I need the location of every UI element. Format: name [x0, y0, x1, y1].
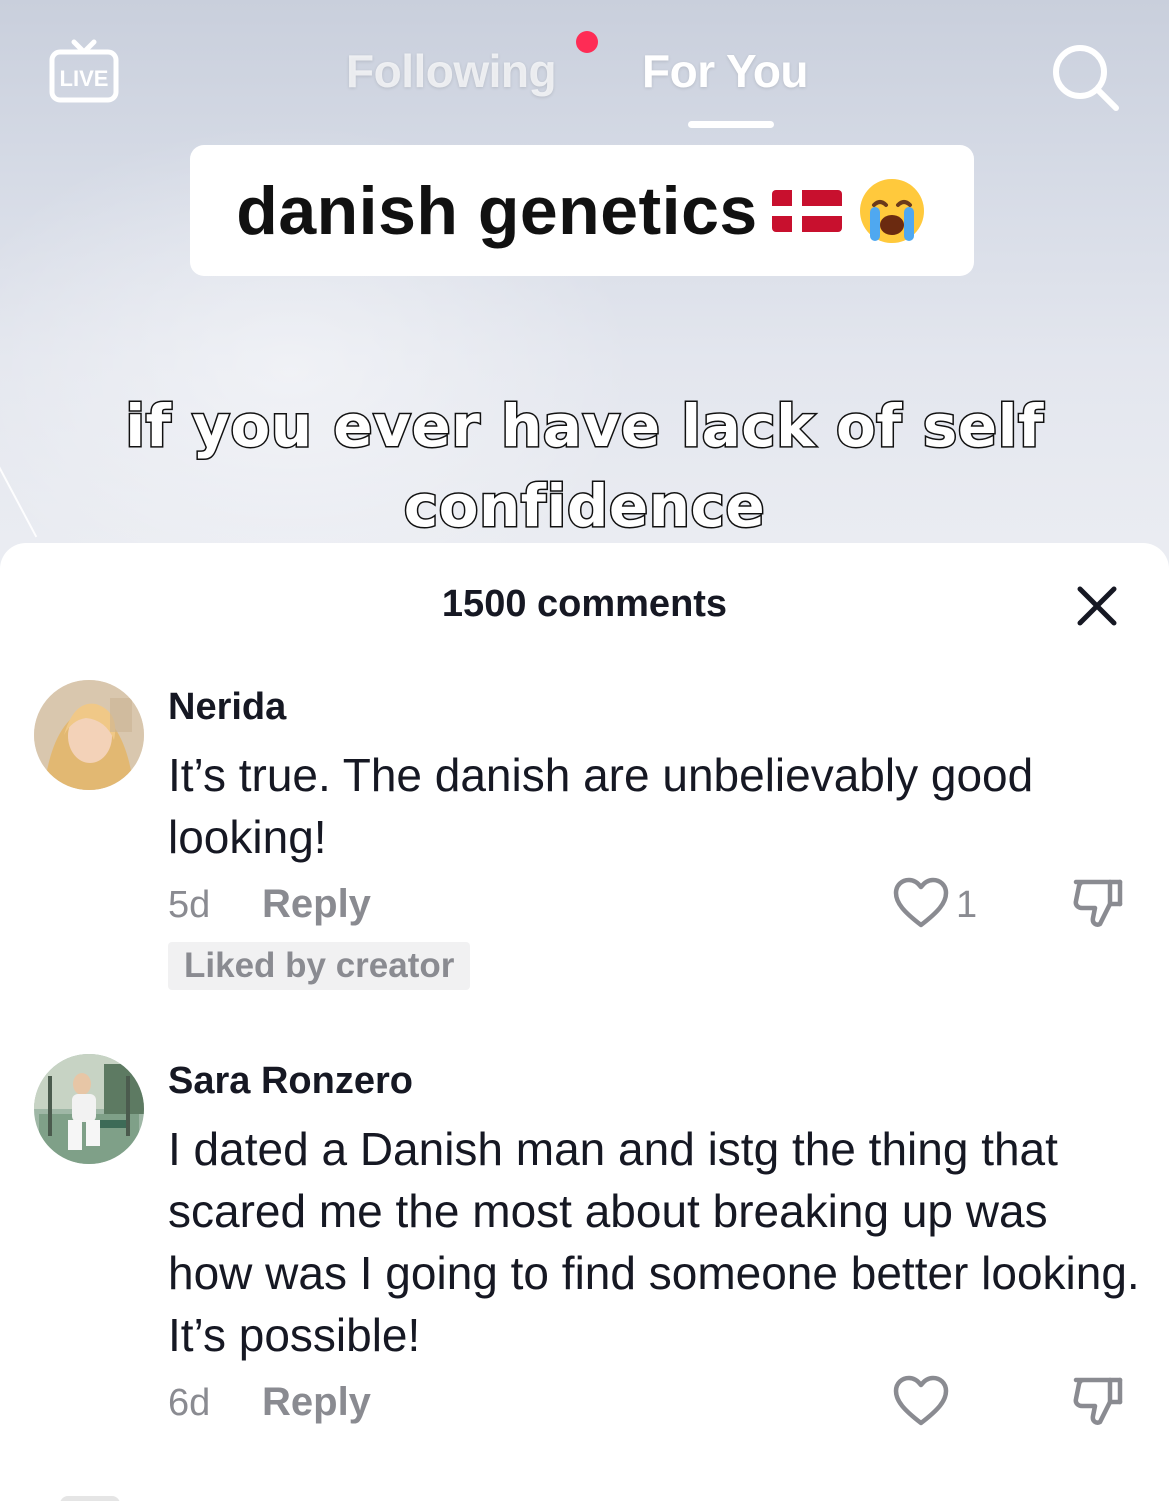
video-title-sticker: danish genetics: [190, 145, 974, 276]
thumbs-down-icon: [1073, 879, 1123, 927]
like-button[interactable]: [892, 1374, 950, 1428]
live-label: LIVE: [60, 66, 109, 91]
video-caption: if you ever have lack of self confidence: [0, 386, 1169, 546]
reply-button[interactable]: Reply: [262, 882, 371, 927]
denmark-flag-icon: [771, 189, 842, 232]
avatar[interactable]: [34, 680, 144, 790]
caption-line-1: if you ever have lack of self: [124, 391, 1045, 462]
dislike-button[interactable]: [1072, 876, 1124, 930]
tab-following[interactable]: Following: [346, 44, 557, 98]
caption-line-2: confidence: [402, 471, 766, 542]
avatar[interactable]: [34, 1054, 144, 1164]
loudly-crying-face-icon: [856, 175, 928, 247]
live-tv-icon: LIVE: [49, 39, 119, 103]
close-comments-button[interactable]: [1074, 583, 1120, 629]
thumbs-down-icon: [1073, 1377, 1123, 1425]
comment-age: 5d: [168, 884, 211, 926]
dislike-button[interactable]: [1072, 1374, 1124, 1428]
liked-by-creator-badge: Liked by creator: [168, 942, 471, 990]
heart-icon: [893, 877, 949, 928]
next-comment-avatar-edge: [60, 1496, 120, 1501]
search-button[interactable]: [1048, 40, 1122, 114]
active-tab-indicator: [688, 121, 774, 128]
following-notification-dot: [576, 31, 598, 53]
comment-username[interactable]: Nerida: [168, 686, 286, 729]
comment-text[interactable]: It’s true. The danish are unbelievably g…: [168, 744, 1143, 868]
video-title: danish genetics: [236, 172, 758, 249]
close-icon: [1077, 586, 1117, 626]
like-count: 1: [956, 884, 978, 926]
heart-icon: [893, 1375, 949, 1426]
comments-count-header: 1500 comments: [441, 583, 728, 625]
search-icon: [1053, 45, 1119, 111]
comment-text[interactable]: I dated a Danish man and istg the thing …: [168, 1118, 1143, 1366]
comment-age: 6d: [168, 1382, 211, 1424]
live-button[interactable]: LIVE: [48, 34, 120, 106]
tab-for-you[interactable]: For You: [642, 44, 809, 98]
comment-username[interactable]: Sara Ronzero: [168, 1060, 413, 1103]
reply-button[interactable]: Reply: [262, 1380, 371, 1425]
like-button[interactable]: [892, 876, 950, 930]
